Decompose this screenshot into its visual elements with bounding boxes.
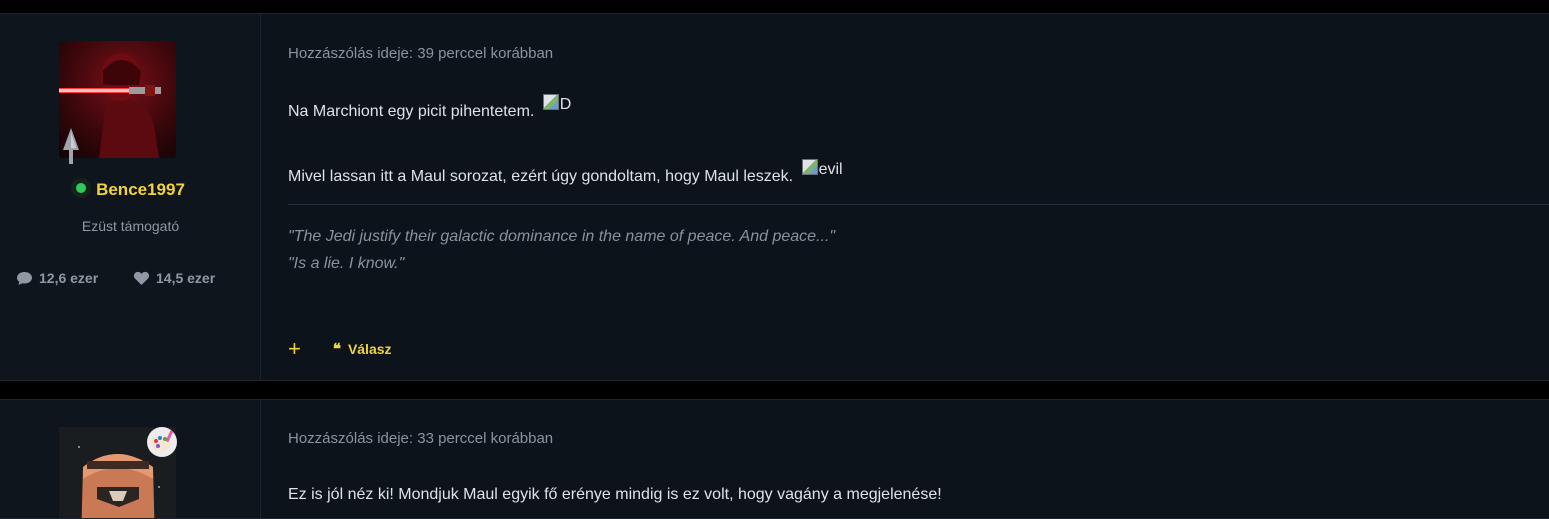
palette-badge-icon	[147, 427, 177, 457]
comment-icon	[16, 271, 33, 286]
broken-image-icon	[801, 159, 818, 175]
spearhead-rank-icon	[60, 128, 82, 164]
post-timestamp[interactable]: Hozzászólás ideje: 39 perccel korábban	[288, 45, 553, 62]
emoticon-alt-text: evil	[818, 161, 843, 178]
username[interactable]: Bence1997	[96, 180, 185, 199]
signature-line: "Is a lie. I know."	[288, 255, 405, 272]
broken-emoticon-image: evil	[801, 159, 843, 179]
signature-line: "The Jedi justify their galactic dominan…	[288, 228, 836, 245]
post-content: Hozzászólás ideje: 33 perccel korábban E…	[288, 400, 1549, 518]
username-link[interactable]: Bence1997	[0, 180, 261, 200]
post-paragraph: Mivel lassan itt a Maul sorozat, ezért ú…	[288, 159, 843, 186]
user-rank-title: Ezüst támogató	[81, 218, 180, 234]
broken-image-icon	[542, 94, 559, 110]
likes-count: 14,5 ezer	[156, 270, 216, 286]
paragraph-text: Mivel lassan itt a Maul sorozat, ezért ú…	[288, 168, 794, 185]
post-content: Hozzászólás ideje: 39 perccel korábban N…	[288, 14, 1549, 380]
likes-count-stat[interactable]: 14,5 ezer	[133, 270, 215, 286]
post-count-stat[interactable]: 12,6 ezer	[16, 270, 98, 286]
post-paragraph: Na Marchiont egy picit pihentetem. D	[288, 94, 572, 121]
reply-label: Válasz	[347, 341, 392, 357]
post-paragraph: Ez is jól néz ki! Mondjuk Maul egyik fő …	[288, 486, 942, 503]
post-timestamp[interactable]: Hozzászólás ideje: 33 perccel korábban	[288, 430, 553, 447]
emoticon-alt-text: D	[559, 96, 572, 113]
broken-emoticon-image: D	[542, 94, 572, 114]
forum-post: Bence1997 Ezüst támogató 12,6 ezer 14,5 …	[0, 13, 1549, 381]
post-author-panel: Bence1997 Ezüst támogató 12,6 ezer 14,5 …	[0, 14, 261, 380]
paragraph-text: Na Marchiont egy picit pihentetem.	[288, 103, 535, 120]
online-status-indicator	[76, 183, 87, 193]
post-author-panel	[0, 400, 261, 518]
reply-button[interactable]: ❝ Válasz	[333, 340, 392, 358]
heart-icon	[133, 271, 150, 286]
multiquote-add-button[interactable]: +	[288, 338, 301, 360]
signature-divider	[288, 204, 1549, 205]
post-count: 12,6 ezer	[39, 270, 99, 286]
post-actions: + ❝ Válasz	[288, 338, 392, 360]
forum-post: Hozzászólás ideje: 33 perccel korábban E…	[0, 399, 1549, 519]
quote-icon: ❝	[332, 340, 341, 358]
